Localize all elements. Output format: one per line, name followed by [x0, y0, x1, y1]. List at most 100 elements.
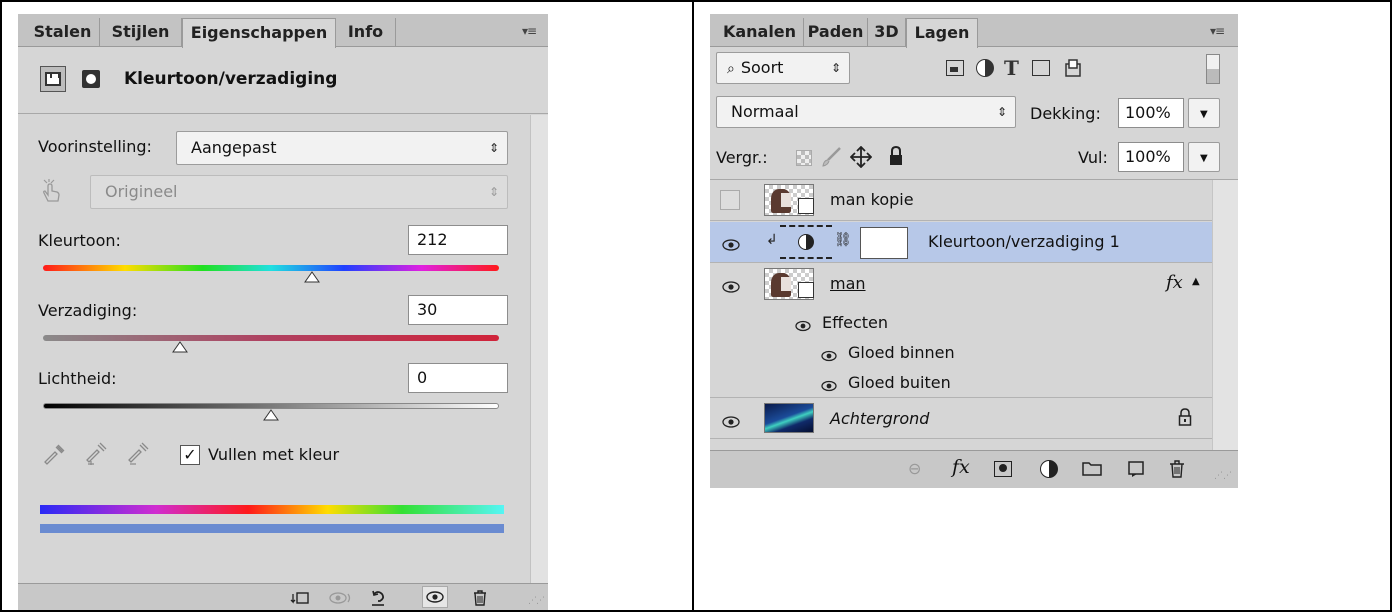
- hue-input[interactable]: 212: [408, 225, 508, 255]
- layers-scrollbar[interactable]: [1212, 180, 1238, 450]
- layer-name[interactable]: man kopie: [830, 189, 914, 211]
- layer-row-man-kopie[interactable]: man kopie: [710, 180, 1212, 221]
- pixel-filter-icon[interactable]: [946, 60, 964, 76]
- layer-row-man[interactable]: man fx ▲: [710, 264, 1212, 305]
- toggle-visibility-icon[interactable]: [422, 586, 448, 608]
- layer-name[interactable]: Kleurtoon/verzadiging 1: [928, 231, 1120, 253]
- filter-type-select[interactable]: ⌕ Soort ⇕: [716, 52, 850, 84]
- effect-row-inner-glow[interactable]: Gloed binnen: [710, 338, 1212, 368]
- lightness-slider-thumb[interactable]: [263, 409, 279, 421]
- hue-slider-thumb[interactable]: [304, 271, 320, 283]
- adjustment-filter-icon[interactable]: [976, 59, 994, 77]
- fill-input[interactable]: 100%: [1118, 142, 1184, 172]
- eyedropper-plus-icon[interactable]: [84, 441, 108, 467]
- fx-badge[interactable]: fx: [1166, 272, 1183, 293]
- delete-layer-icon[interactable]: [1168, 459, 1186, 479]
- clip-to-layer-icon[interactable]: [290, 588, 310, 608]
- effects-row[interactable]: Effecten: [710, 308, 1212, 338]
- new-layer-icon[interactable]: [1128, 460, 1144, 478]
- effects-label: Effecten: [822, 313, 889, 332]
- properties-panel: Stalen Stijlen Eigenschappen Info ▾≡ Kle…: [18, 14, 548, 610]
- properties-body: Voorinstelling: Aangepast ⇕ Origineel ⇕ …: [18, 115, 530, 583]
- saturation-slider-track[interactable]: [43, 335, 499, 341]
- adjustment-circle-icon: [798, 234, 814, 250]
- lock-position-icon[interactable]: [849, 145, 873, 169]
- layer-name[interactable]: man: [830, 273, 866, 295]
- view-previous-state-icon[interactable]: [328, 588, 354, 608]
- smart-object-filter-icon[interactable]: [1064, 58, 1082, 78]
- saturation-input[interactable]: 30: [408, 295, 508, 325]
- eye-icon[interactable]: [722, 236, 740, 251]
- tab-paden[interactable]: Paden: [804, 18, 868, 47]
- new-adjustment-layer-icon[interactable]: [1040, 460, 1058, 478]
- preset-value: Aangepast: [191, 138, 277, 157]
- reset-icon[interactable]: [368, 588, 388, 608]
- filter-row: ⌕ Soort ⇕ T: [710, 48, 1238, 92]
- tab-eigenschappen[interactable]: Eigenschappen: [182, 18, 336, 48]
- hue-slider-track[interactable]: [43, 265, 499, 271]
- type-filter-icon[interactable]: T: [1004, 56, 1019, 80]
- eye-icon[interactable]: [722, 413, 740, 428]
- layers-tab-bar: Kanalen Paden 3D Lagen ▾≡: [710, 14, 1238, 48]
- properties-scrollbar[interactable]: [530, 115, 548, 583]
- collapse-effects-icon[interactable]: ▲: [1192, 276, 1200, 287]
- effect-name: Gloed binnen: [848, 343, 955, 362]
- colorize-checkbox[interactable]: ✓: [180, 445, 200, 465]
- chain-link-icon[interactable]: ⛓: [834, 232, 852, 248]
- hand-target-icon[interactable]: [40, 179, 64, 203]
- new-group-icon[interactable]: [1082, 460, 1102, 476]
- saturation-slider-thumb[interactable]: [171, 341, 188, 353]
- preset-select[interactable]: Aangepast ⇕: [176, 131, 508, 165]
- resize-grip-icon[interactable]: ⋰⋰: [1214, 471, 1232, 481]
- smart-object-badge-icon: [798, 282, 814, 298]
- trash-icon[interactable]: [470, 588, 490, 608]
- tab-stijlen[interactable]: Stijlen: [100, 18, 182, 47]
- opacity-dropdown[interactable]: ▼: [1188, 98, 1220, 128]
- layers-menu-icon[interactable]: ▾≡: [1210, 24, 1225, 38]
- effect-name: Gloed buiten: [848, 373, 951, 392]
- fill-dropdown[interactable]: ▼: [1188, 142, 1220, 172]
- add-layer-style-icon[interactable]: fx: [952, 456, 970, 478]
- effect-row-outer-glow[interactable]: Gloed buiten: [710, 368, 1212, 398]
- tab-lagen[interactable]: Lagen: [906, 18, 978, 48]
- panel-menu-icon[interactable]: ▾≡: [522, 24, 537, 38]
- layer-name[interactable]: Achtergrond: [830, 408, 929, 430]
- properties-tab-bar: Stalen Stijlen Eigenschappen Info ▾≡: [18, 14, 548, 48]
- tab-stalen[interactable]: Stalen: [26, 18, 100, 47]
- eye-icon[interactable]: [820, 377, 838, 392]
- layers-footer: ⊖ fx ⋰⋰: [710, 450, 1238, 488]
- eye-icon[interactable]: [820, 347, 838, 362]
- lock-brush-icon[interactable]: [820, 146, 842, 168]
- opacity-input[interactable]: 100%: [1118, 98, 1184, 128]
- lock-transparency-icon[interactable]: [796, 150, 812, 166]
- link-layers-icon[interactable]: ⊖: [908, 459, 921, 478]
- output-color-bar: [40, 524, 504, 533]
- filter-toggle-switch[interactable]: [1206, 54, 1220, 84]
- layer-row-achtergrond[interactable]: Achtergrond: [710, 399, 1212, 439]
- lightness-label: Lichtheid:: [38, 369, 117, 388]
- visibility-toggle-empty[interactable]: [720, 190, 740, 210]
- tab-info[interactable]: Info: [336, 18, 396, 47]
- shape-filter-icon[interactable]: [1032, 60, 1050, 76]
- layer-mask-icon[interactable]: [82, 70, 100, 88]
- filter-type-value: Soort: [740, 58, 784, 77]
- eye-icon[interactable]: [722, 278, 740, 293]
- resize-grip-icon[interactable]: ⋰⋰: [528, 596, 545, 606]
- layer-mask-thumbnail[interactable]: [860, 227, 908, 259]
- range-select[interactable]: Origineel ⇕: [90, 175, 508, 209]
- lock-all-icon[interactable]: [888, 145, 904, 166]
- preset-label: Voorinstelling:: [38, 137, 152, 156]
- adjustment-layer-icon[interactable]: [40, 66, 66, 92]
- colorize-label: Vullen met kleur: [208, 445, 340, 464]
- layer-row-hue-saturation[interactable]: ↲ ⛓ Kleurtoon/verzadiging 1: [710, 222, 1212, 263]
- eyedropper-minus-icon[interactable]: [126, 441, 150, 465]
- tab-3d[interactable]: 3D: [868, 18, 906, 47]
- add-mask-icon[interactable]: [994, 461, 1012, 477]
- smart-object-badge-icon: [798, 198, 814, 214]
- eyedropper-icon[interactable]: [42, 441, 66, 465]
- select-arrows-icon: ⇕: [830, 61, 841, 75]
- blend-mode-select[interactable]: Normaal ⇕: [716, 96, 1016, 128]
- tab-kanalen[interactable]: Kanalen: [716, 18, 804, 47]
- lightness-input[interactable]: 0: [408, 363, 508, 393]
- eye-icon[interactable]: [794, 317, 812, 332]
